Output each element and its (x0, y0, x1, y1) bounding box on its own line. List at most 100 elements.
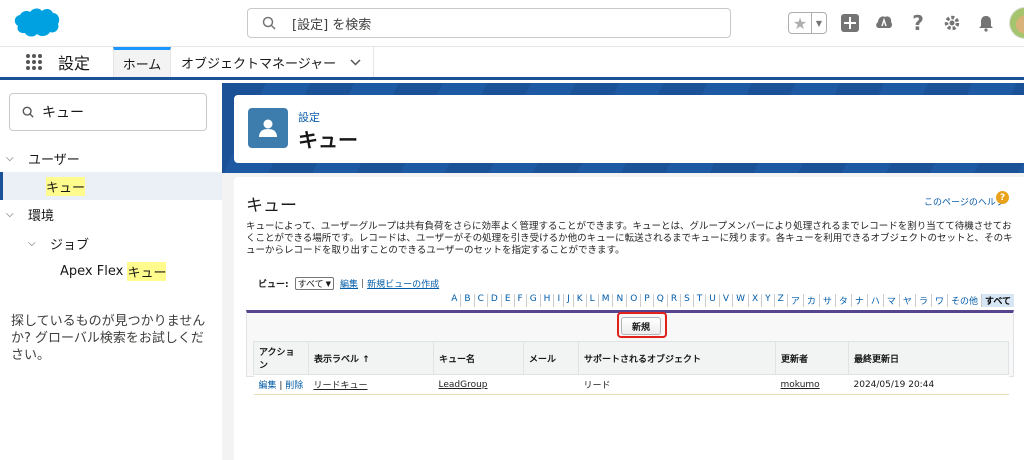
alphabet-filter-item[interactable]: I (554, 294, 565, 307)
app-launcher-grid-icon[interactable] (14, 47, 54, 77)
create-new-view-link[interactable]: 新規ビューの作成 (367, 277, 439, 290)
edit-view-link[interactable]: 編集 (340, 277, 358, 290)
queue-table: アクション 表示ラベル ↑ キュー名 メール サポートされるオブジェクト 更新者… (253, 341, 1009, 395)
alphabet-filter-item[interactable]: ラ (916, 294, 932, 307)
queue-name-cell: LeadGroup (433, 374, 524, 395)
tab-home[interactable]: ホーム (113, 47, 171, 77)
alphabet-filter-item[interactable]: J (564, 294, 574, 307)
chevron-down-icon: ⌵ (6, 208, 14, 220)
alphabet-filter-item[interactable]: ア (788, 294, 804, 307)
alphabet-filter-item[interactable]: G (527, 294, 541, 307)
content-description: キューによって、ユーザーグループは共有負荷をさらに効率よく管理することができます… (246, 221, 1013, 256)
updated-date-cell: 2024/05/19 20:44 (848, 374, 1009, 395)
column-header-email[interactable]: メール (523, 341, 579, 375)
column-header-updated-by[interactable]: 更新者 (775, 341, 849, 375)
alphabet-filter-item[interactable]: U (706, 294, 720, 307)
alphabet-filter-item[interactable]: B (461, 294, 475, 307)
header-actions: ★ ▼ ? (788, 7, 1024, 39)
alphabet-filter-item[interactable]: F (515, 294, 527, 307)
updated-by-link[interactable]: mokumo (781, 380, 820, 390)
help-question-icon[interactable]: ? (907, 11, 929, 35)
alphabet-filter-item[interactable]: その他 (948, 294, 982, 307)
alphabet-filter-item[interactable]: L (587, 294, 599, 307)
tree-item-jobs[interactable]: ⌵ ジョブ (0, 229, 222, 257)
label-cell: リードキュー (308, 374, 434, 395)
alphabet-filter-item[interactable]: K (574, 294, 587, 307)
tree-item-queue[interactable]: キュー (0, 172, 222, 200)
chevron-down-icon: ⌵ (28, 237, 36, 249)
table-row: 編集 | 削除 リードキュー LeadGroup リード mokumo 2024… (253, 374, 1009, 395)
alphabet-filter-item[interactable]: X (749, 294, 763, 307)
help-for-page-link[interactable]: このページのヘルプ (924, 195, 1005, 208)
salesforce-logo-icon[interactable] (10, 6, 60, 40)
alphabet-filter-item[interactable]: S (681, 294, 694, 307)
alphabet-filter-item[interactable]: ナ (852, 294, 868, 307)
view-row: ビュー: すべて ▼ 編集 | 新規ビューの作成 (258, 277, 439, 290)
column-header-queue-name[interactable]: キュー名 (433, 341, 524, 375)
alphabet-filter-item[interactable]: C (475, 294, 488, 307)
alphabet-filter-all[interactable]: すべて (981, 294, 1014, 307)
quick-find-value: キュー (42, 105, 84, 121)
alphabet-filter-item[interactable]: ワ (932, 294, 948, 307)
tree-item-environment[interactable]: ⌵ 環境 (0, 200, 222, 228)
alphabet-filter-item[interactable]: カ (804, 294, 820, 307)
view-label: ビュー: (258, 280, 289, 290)
divider: | (361, 278, 365, 289)
alphabet-filter-item[interactable]: W (733, 294, 749, 307)
alphabet-filter-item[interactable]: Y (762, 294, 775, 307)
global-actions-plus-icon[interactable] (839, 12, 861, 34)
alphabet-filter-item[interactable]: P (641, 294, 654, 307)
help-question-icon[interactable]: ? (996, 191, 1009, 204)
edit-link[interactable]: 編集 (259, 381, 277, 391)
quick-find-input[interactable]: キュー (9, 93, 207, 131)
favorite-star-icon[interactable]: ★ (789, 13, 811, 33)
notifications-bell-icon[interactable] (975, 12, 997, 34)
column-header-label[interactable]: 表示ラベル ↑ (308, 341, 434, 375)
alphabet-filter-item[interactable]: ハ (868, 294, 884, 307)
chevron-down-icon[interactable] (350, 58, 361, 66)
alphabet-filter-item[interactable]: ヤ (900, 294, 916, 307)
alphabet-filter-item[interactable]: E (502, 294, 515, 307)
user-avatar[interactable] (1009, 7, 1024, 39)
view-select[interactable]: すべて ▼ (294, 277, 335, 290)
setup-gear-icon[interactable] (941, 12, 963, 34)
new-button-highlight (617, 312, 667, 338)
alphabet-filter-item[interactable]: サ (820, 294, 836, 307)
column-header-updated-date[interactable]: 最終更新日 (848, 341, 1009, 375)
search-icon (262, 16, 276, 30)
alphabet-filter-item[interactable]: H (541, 294, 555, 307)
alphabet-filter-item[interactable]: M (599, 294, 614, 307)
trailhead-guidance-icon[interactable] (873, 12, 895, 34)
tree-item-label: キュー (46, 176, 86, 196)
global-search-input[interactable]: [設定] を検索 (247, 8, 731, 38)
alphabet-filter-item[interactable]: N (613, 294, 628, 307)
queue-name-link[interactable]: LeadGroup (439, 380, 488, 390)
alphabet-filter-item[interactable]: A (448, 294, 462, 307)
view-select-value: すべて (297, 280, 324, 290)
breadcrumb[interactable]: 設定 (298, 109, 320, 125)
column-header-action: アクション (253, 341, 309, 375)
alphabet-filter-item[interactable]: O (627, 294, 642, 307)
alphabet-filter-item[interactable]: Z (775, 294, 788, 307)
alphabet-filter-item[interactable]: タ (836, 294, 852, 307)
alphabet-filter-item[interactable]: D (488, 294, 502, 307)
favorites-dropdown-icon[interactable]: ▼ (811, 13, 826, 33)
alphabet-filter-item[interactable]: Q (654, 294, 668, 307)
favorites-group: ★ ▼ (788, 12, 827, 34)
tab-object-manager[interactable]: オブジェクトマネージャー (171, 47, 375, 77)
alphabet-filter-item[interactable]: R (668, 294, 682, 307)
action-cell: 編集 | 削除 (253, 374, 309, 395)
column-header-objects: サポートされるオブジェクト (578, 341, 776, 375)
queue-label-link[interactable]: リードキュー (314, 381, 368, 391)
sidebar-help-text: 探しているものが見つかりませんか? グローバル検索をお試しください。 (11, 314, 206, 363)
delete-link[interactable]: 削除 (285, 381, 303, 391)
alphabet-filter-item[interactable]: V (720, 294, 734, 307)
tree-item-apex-flex-queue[interactable]: Apex Flex キュー (0, 257, 222, 285)
queue-list-content: キュー このページのヘルプ ? キューによって、ユーザーグループは共有負荷をさら… (234, 177, 1024, 460)
email-cell (523, 374, 579, 395)
alphabet-filter-item[interactable]: マ (884, 294, 900, 307)
alphabet-filter-item[interactable]: T (694, 294, 707, 307)
global-header: [設定] を検索 ★ ▼ ? (0, 0, 1024, 46)
content-title: キュー (246, 196, 297, 216)
tree-item-users[interactable]: ⌵ ユーザー (0, 144, 222, 172)
